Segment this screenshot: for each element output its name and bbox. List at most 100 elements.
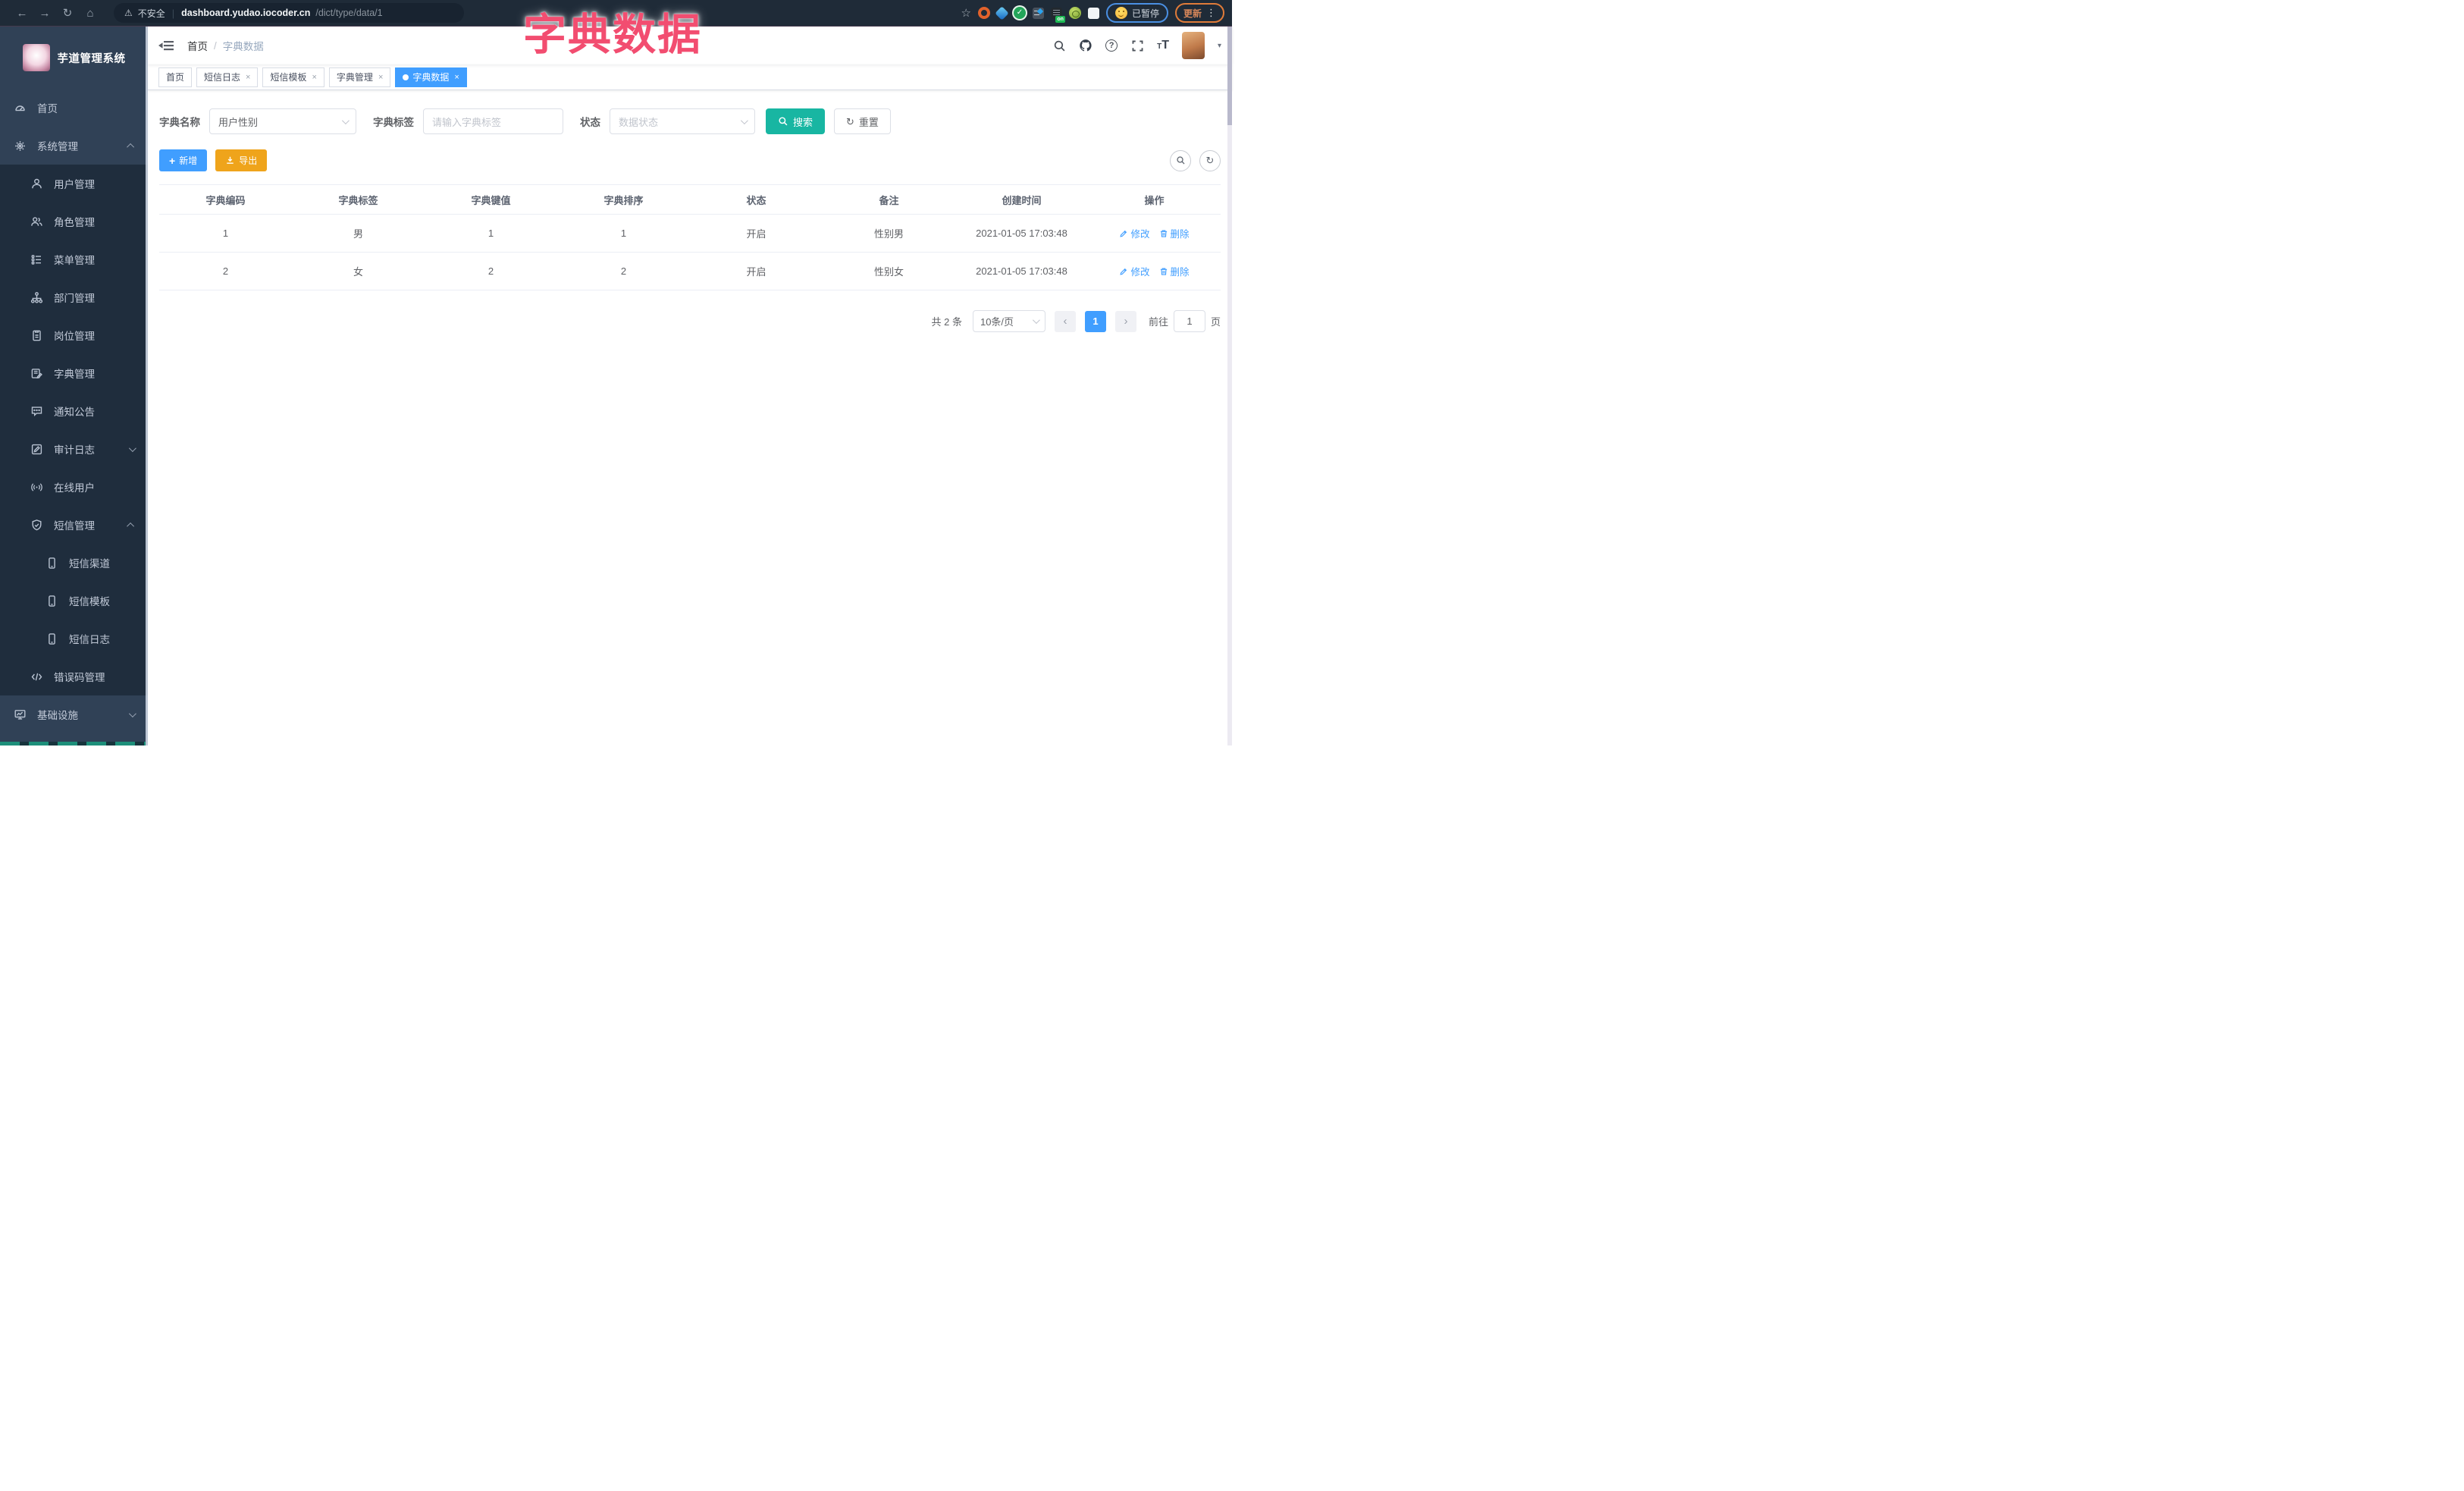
help-icon[interactable]: ?	[1105, 39, 1118, 52]
edit-link[interactable]: 修改	[1119, 226, 1150, 240]
dict-book-icon	[30, 367, 43, 380]
col-header: 备注	[879, 194, 899, 206]
on-badge: on	[1055, 15, 1065, 23]
dashboard-icon	[14, 102, 27, 115]
warning-icon: ⚠	[124, 8, 133, 18]
tag-sms-template[interactable]: 短信模板 ×	[262, 67, 324, 87]
dict-label-input[interactable]: 请输入字典标签	[423, 108, 563, 134]
total-count: 共 2 条	[931, 316, 962, 328]
extension-orange-icon[interactable]	[977, 7, 990, 19]
table-row[interactable]: 2 女 2 2 开启 性别女 2021-01-05 17:03:48 修改 删除	[159, 253, 1221, 290]
mobile-icon	[45, 632, 58, 645]
extension-check-icon[interactable]: ✓	[1013, 7, 1026, 19]
delete-link[interactable]: 删除	[1159, 226, 1190, 240]
sidebar-item-system[interactable]: 系统管理	[0, 127, 148, 165]
sidebar-item-sms-log[interactable]: 短信日志	[0, 620, 148, 658]
browser-menu-icon[interactable]: ⋮	[1206, 7, 1216, 19]
goto-unit: 页	[1210, 316, 1221, 328]
current-page-button[interactable]: 1	[1084, 310, 1106, 332]
sidebar-item-notice[interactable]: 通知公告	[0, 392, 148, 430]
search-button[interactable]: 搜索	[766, 108, 826, 134]
sidebar-item-online-users[interactable]: 在线用户	[0, 468, 148, 506]
active-tag-dot	[403, 74, 409, 80]
sidebar-item-sms-template[interactable]: 短信模板	[0, 582, 148, 620]
delete-link[interactable]: 删除	[1159, 264, 1190, 278]
app-frame: 芋道管理系统 首页 系统管理 用户管理 角色管理 菜单管理 部门管理 岗位管理 …	[0, 27, 1232, 746]
browser-back-icon[interactable]: ←	[11, 7, 33, 20]
security-label[interactable]: 不安全	[138, 7, 165, 20]
browser-home-icon[interactable]: ⌂	[79, 7, 102, 20]
next-page-button[interactable]: ›	[1114, 310, 1136, 332]
hamburger-icon[interactable]	[158, 39, 175, 52]
sidebar-item-sms[interactable]: 短信管理	[0, 506, 148, 544]
extension-blue-icon[interactable]	[995, 5, 1009, 20]
user-avatar[interactable]	[1181, 32, 1205, 59]
sidebar: 芋道管理系统 首页 系统管理 用户管理 角色管理 菜单管理 部门管理 岗位管理 …	[0, 27, 148, 746]
breadcrumb-current: 字典数据	[222, 41, 264, 52]
sidebar-item-home[interactable]: 首页	[0, 89, 148, 127]
close-icon[interactable]: ×	[454, 73, 459, 82]
reset-button[interactable]: ↻ 重置	[834, 108, 891, 134]
sidebar-item-error-codes[interactable]: 错误码管理	[0, 658, 148, 695]
export-button[interactable]: 导出	[215, 149, 268, 171]
dict-name-label: 字典名称	[159, 117, 200, 128]
extension-proxy-icon[interactable]: on	[1050, 7, 1065, 23]
chevron-up-icon	[127, 522, 135, 530]
fullscreen-icon[interactable]	[1130, 39, 1144, 52]
sidebar-item-infrastructure[interactable]: 基础设施	[0, 695, 148, 733]
toggle-search-button[interactable]	[1170, 149, 1191, 171]
tag-dict-data[interactable]: 字典数据 ×	[395, 67, 467, 87]
breadcrumb-home[interactable]: 首页	[187, 38, 208, 53]
close-icon[interactable]: ×	[312, 73, 316, 82]
sidebar-item-audit-log[interactable]: 审计日志	[0, 430, 148, 468]
tag-dict-manage[interactable]: 字典管理 ×	[328, 67, 391, 87]
page-scrollbar[interactable]	[1227, 27, 1232, 746]
sidebar-item-dict[interactable]: 字典管理	[0, 354, 148, 392]
close-icon[interactable]: ×	[246, 73, 250, 82]
search-icon[interactable]	[1052, 39, 1066, 52]
add-button[interactable]: + 新增	[159, 149, 208, 171]
col-header: 创建时间	[1002, 194, 1042, 206]
font-size-icon[interactable]: TT	[1157, 39, 1169, 52]
tag-home[interactable]: 首页	[158, 67, 193, 87]
browser-chrome: ← → ↻ ⌂ ⚠ 不安全 | dashboard.yudao.iocoder.…	[0, 0, 1232, 27]
close-icon[interactable]: ×	[378, 73, 383, 82]
online-signal-icon	[30, 481, 43, 494]
dict-name-select[interactable]: 用户性别	[209, 108, 356, 134]
github-icon[interactable]	[1079, 39, 1092, 52]
col-header: 字典键值	[471, 194, 511, 206]
goto-page-input[interactable]: 1	[1173, 310, 1205, 332]
edit-link[interactable]: 修改	[1119, 264, 1150, 278]
sidebar-item-users[interactable]: 用户管理	[0, 165, 148, 202]
sidebar-item-sms-channel[interactable]: 短信渠道	[0, 544, 148, 582]
sidebar-item-departments[interactable]: 部门管理	[0, 278, 148, 316]
user-icon	[30, 177, 43, 190]
sidebar-item-posts[interactable]: 岗位管理	[0, 316, 148, 354]
table-row[interactable]: 1 男 1 1 开启 性别男 2021-01-05 17:03:48 修改 删除	[159, 215, 1221, 253]
chevron-up-icon	[127, 143, 135, 151]
browser-forward-icon[interactable]: →	[33, 7, 56, 20]
avatar-dropdown-caret-icon[interactable]: ▾	[1218, 42, 1221, 50]
profile-paused-button[interactable]: 已暂停	[1105, 3, 1168, 23]
url-host: dashboard.yudao.iocoder.cn	[181, 8, 311, 18]
sidebar-item-roles[interactable]: 角色管理	[0, 202, 148, 240]
address-bar[interactable]: ⚠ 不安全 | dashboard.yudao.iocoder.cn/dict/…	[114, 3, 464, 23]
tag-sms-log[interactable]: 短信日志 ×	[196, 67, 259, 87]
browser-reload-icon[interactable]: ↻	[56, 6, 79, 20]
bookmark-star-icon[interactable]: ☆	[961, 6, 971, 20]
code-icon	[30, 670, 43, 683]
sidebar-item-menus[interactable]: 菜单管理	[0, 240, 148, 278]
extensions-puzzle-icon[interactable]	[1087, 7, 1099, 19]
prev-page-button[interactable]: ‹	[1054, 310, 1076, 332]
status-value: 开启	[746, 266, 766, 278]
page-size-select[interactable]: 10条/页	[972, 310, 1045, 332]
status-select[interactable]: 数据状态	[610, 108, 755, 134]
sidebar-logo[interactable]: 芋道管理系统	[0, 27, 148, 89]
org-tree-icon	[30, 291, 43, 304]
refresh-button[interactable]: ↻	[1199, 149, 1221, 171]
extension-toggle-icon[interactable]	[1032, 7, 1044, 19]
browser-update-button[interactable]: 更新 ⋮	[1174, 3, 1224, 23]
scrollbar-thumb[interactable]	[1227, 27, 1232, 125]
extension-olive-icon[interactable]	[1068, 7, 1081, 19]
users-icon	[30, 215, 43, 228]
